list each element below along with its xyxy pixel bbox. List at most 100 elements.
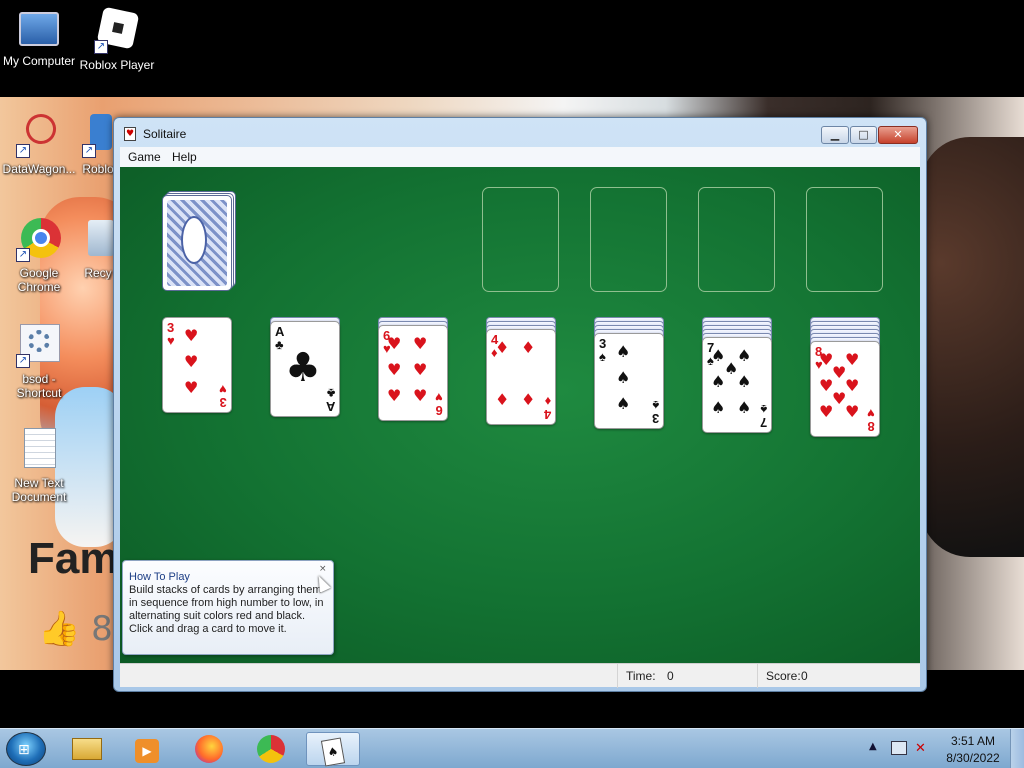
wallpaper-text: Fam (28, 534, 119, 583)
desktop-icon-label: Roblo (82, 162, 114, 176)
minimize-icon: ▁ (830, 128, 840, 141)
show-hidden-icons-button[interactable]: ▲ (869, 741, 877, 752)
chrome-icon (257, 735, 285, 763)
network-icon[interactable] (891, 741, 907, 755)
foundation-slot-3[interactable] (698, 187, 775, 292)
desktop-icon-label: My Computer (2, 54, 76, 68)
desktop-icon-new-text-document[interactable]: New Text Document (0, 426, 78, 504)
clock-time[interactable]: 3:51 AM (943, 734, 1003, 748)
desktop-icon-label: New Text Document (11, 476, 67, 504)
card-rank-bottom: 7 ♠ (759, 402, 767, 430)
clock-date[interactable]: 8/30/2022 (943, 751, 1003, 765)
card-rank-top: 3 ♠ (599, 336, 607, 364)
roblox-icon: ↗ (94, 6, 140, 54)
solitaire-icon: ♠ (320, 737, 346, 767)
start-button[interactable]: ⊞ (6, 732, 46, 766)
card-pip: ♠ (616, 368, 631, 387)
menu-game[interactable]: Game (128, 150, 161, 164)
tableau-card[interactable]: 8 ♥ 8 ♥ ♥ ♥ ♥ ♥ ♥ ♥ ♥ ♥ (810, 341, 880, 437)
desktop-icon-roblox-player[interactable]: ↗ Roblox Player (78, 6, 156, 72)
show-desktop-button[interactable] (1010, 729, 1024, 768)
card-pip: ♥ (184, 326, 199, 345)
taskbar-solitaire[interactable]: ♠ (306, 732, 360, 767)
shortcut-arrow-icon: ↗ (16, 144, 30, 158)
card-pip: ♥ (387, 334, 402, 353)
card-pip: ♠ (711, 372, 726, 391)
card-rank-bottom: 8 ♥ (867, 406, 875, 434)
how-to-play-popup: × How To Play Build stacks of cards by a… (122, 560, 334, 655)
explorer-icon (72, 738, 102, 760)
wallpaper-person (920, 137, 1024, 557)
taskbar: ⊞ ▶ ♠ ▲ ✕ 3:51 AM 8/30/2022 (0, 728, 1024, 768)
windows-logo-icon: ⊞ (18, 742, 30, 758)
card-pip: ♥ (184, 352, 199, 371)
desktop-icon-bsod-shortcut[interactable]: ↗ bsod - Shortcut (0, 322, 78, 400)
shortcut-arrow-icon: ↗ (94, 40, 108, 54)
taskbar-chrome[interactable] (244, 732, 298, 766)
close-button[interactable]: ✕ (878, 126, 918, 144)
shortcut-arrow-icon: ↗ (16, 248, 30, 262)
desktop-icon-label: DataWagon... (2, 162, 76, 176)
score-value: 0 (801, 669, 808, 683)
card-pip: ♠ (616, 394, 631, 413)
card-pip: ♠ (737, 346, 752, 365)
card-pip: ♠ (711, 398, 726, 417)
game-board: 3 ♥ 3 ♥ ♥ ♥ ♥ A ♣ A ♣ ♣ 6 ♥ 6 ♥ ♥ ♥ ♥ ♥ ♥ ♥ 4 ♦ 4 ♦ ♦ ♦ ♦ ♦ 3 ♠ 3 ♠ ♠ ♠ ♠ 7 ♠ 7… (120, 167, 920, 663)
tableau-card[interactable]: 3 ♠ 3 ♠ ♠ ♠ ♠ (594, 333, 664, 429)
thumbs-up-icon: 👍 (38, 609, 81, 649)
volume-muted-icon[interactable]: ✕ (915, 741, 926, 756)
tableau-card[interactable]: 6 ♥ 6 ♥ ♥ ♥ ♥ ♥ ♥ ♥ (378, 325, 448, 421)
card-pip: ♦ (521, 338, 536, 357)
minimize-button[interactable]: ▁ (821, 126, 849, 144)
tableau-card[interactable]: 7 ♠ 7 ♠ ♠ ♠ ♠ ♠ ♠ ♠ ♠ (702, 337, 772, 433)
datawagon-icon: ↗ (16, 109, 62, 158)
tableau-card[interactable]: A ♣ A ♣ ♣ (270, 321, 340, 417)
status-divider (757, 664, 758, 688)
time-value: 0 (667, 669, 674, 683)
card-pip: ♦ (495, 390, 510, 409)
card-pip: ♠ (737, 398, 752, 417)
desktop-icon-my-computer[interactable]: My Computer (0, 8, 78, 68)
tableau-card[interactable]: 4 ♦ 4 ♦ ♦ ♦ ♦ ♦ (486, 329, 556, 425)
card-pip: ♥ (387, 360, 402, 379)
card-pip: ♥ (819, 402, 834, 421)
taskbar-media-player[interactable]: ▶ (120, 732, 174, 766)
computer-icon (19, 12, 59, 46)
foundation-slot-1[interactable] (482, 187, 559, 292)
shortcut-arrow-icon: ↗ (82, 144, 96, 158)
desktop-icon-label: bsod - Shortcut (16, 372, 62, 400)
card-pip: ♥ (845, 350, 860, 369)
menu-help[interactable]: Help (172, 150, 197, 164)
stock-card-back[interactable] (162, 195, 232, 291)
status-bar: Time: 0 Score: 0 (120, 663, 920, 688)
firefox-icon (195, 735, 223, 763)
chrome-icon: ↗ (16, 216, 62, 262)
stock-pile[interactable] (162, 191, 238, 293)
card-center-pip: ♣ (285, 345, 321, 391)
recycle-bin-icon (84, 216, 114, 262)
desktop-icon-label: Roblox Player (79, 58, 155, 72)
tableau-card[interactable]: 3 ♥ 3 ♥ ♥ ♥ ♥ (162, 317, 232, 413)
card-pip: ♦ (495, 338, 510, 357)
card-back-emblem (181, 216, 207, 264)
card-rank-bottom: 3 ♠ (651, 398, 659, 426)
card-rank-bottom: 4 ♦ (543, 394, 551, 422)
desktop-icon-recycle-bin[interactable]: Recy (78, 216, 118, 280)
desktop-icon-roblox[interactable]: ↗ Roblo (78, 112, 118, 176)
title-bar[interactable]: ♥ Solitaire ▁ □ ✕ (114, 118, 926, 148)
card-pip: ♥ (413, 334, 428, 353)
media-player-icon: ▶ (135, 739, 159, 763)
card-rank-top: 3 ♥ (167, 320, 175, 348)
popup-title: How To Play (129, 571, 190, 583)
popup-body: Build stacks of cards by arranging them … (129, 584, 324, 635)
card-rank-top: A ♣ (275, 324, 285, 352)
desktop-icon-datawagon[interactable]: ↗ DataWagon... (0, 109, 78, 176)
taskbar-explorer[interactable] (60, 732, 114, 766)
taskbar-firefox[interactable] (182, 732, 236, 766)
desktop-icon-google-chrome[interactable]: ↗ Google Chrome (0, 216, 78, 294)
wallpaper-like: 👍 8 (38, 609, 113, 649)
foundation-slot-2[interactable] (590, 187, 667, 292)
menu-bar: Game Help (120, 147, 920, 167)
foundation-slot-4[interactable] (806, 187, 883, 292)
maximize-button[interactable]: □ (850, 126, 877, 144)
